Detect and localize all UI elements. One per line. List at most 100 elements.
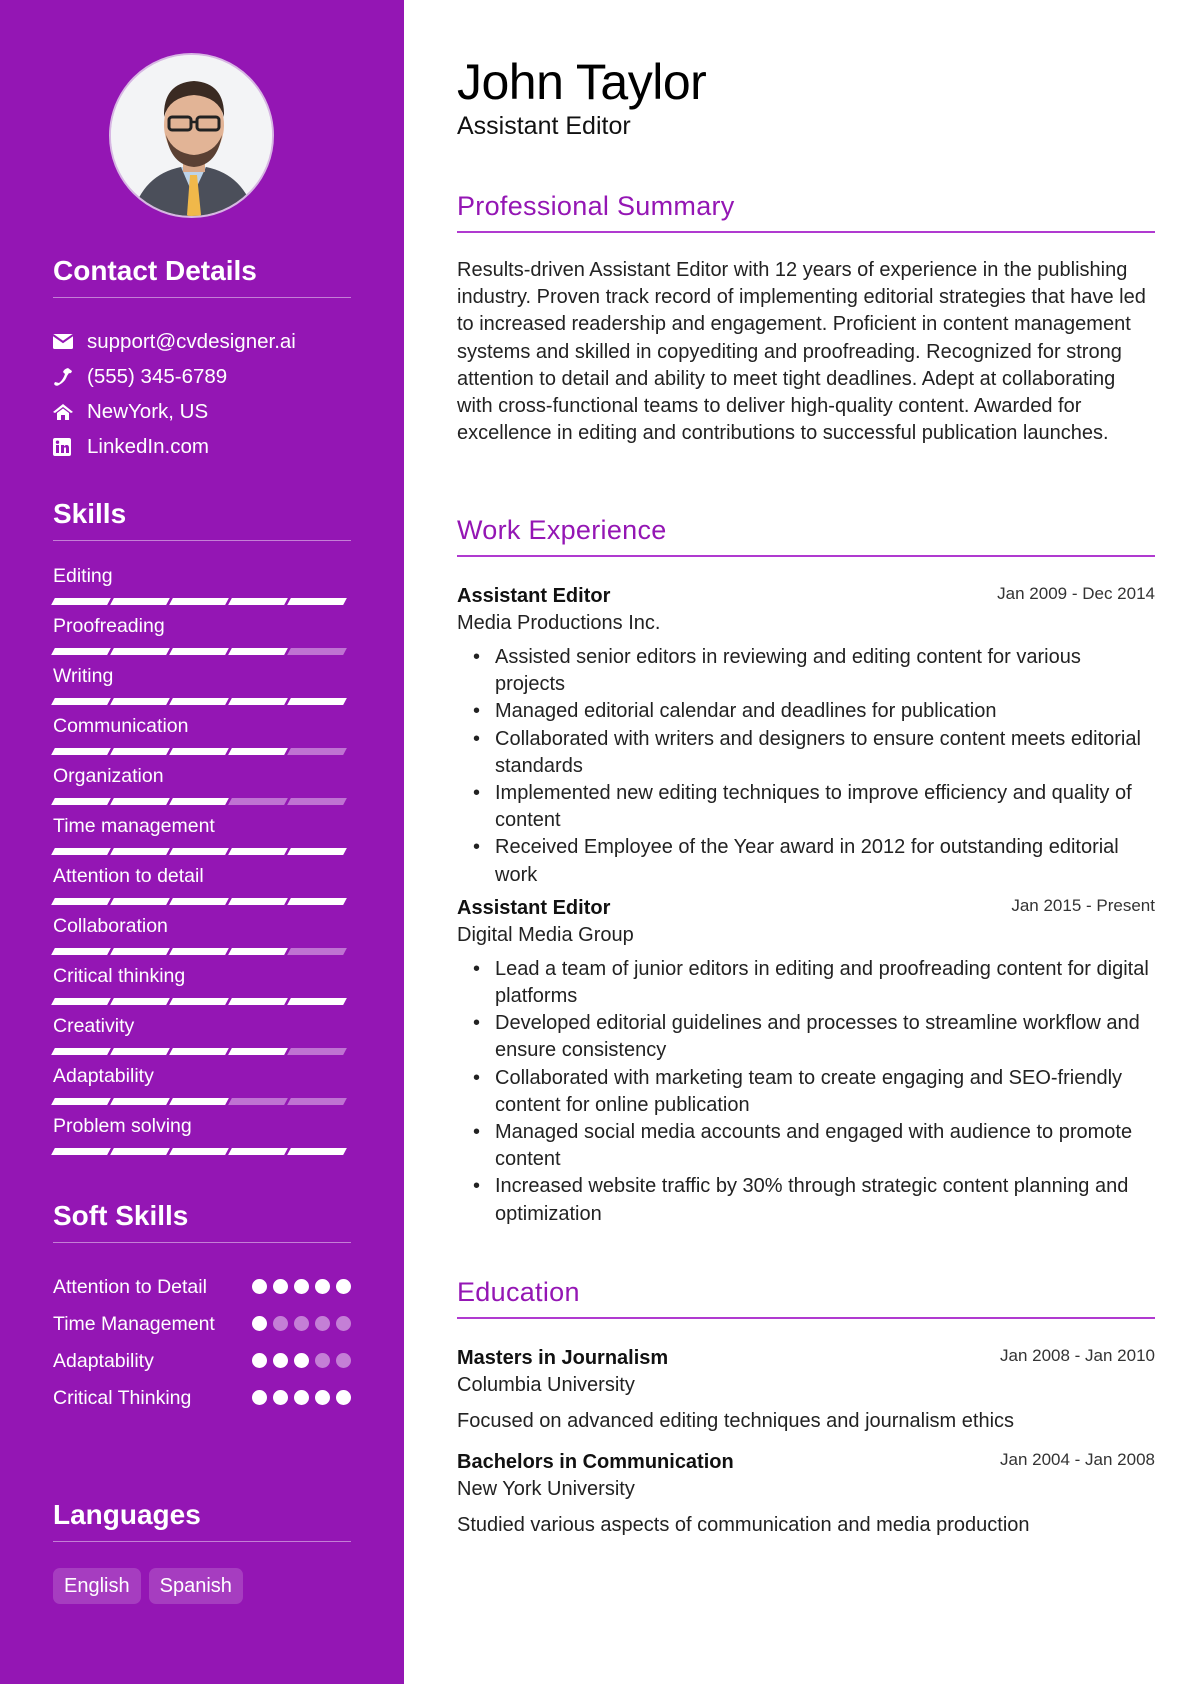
skill-level-bar xyxy=(51,698,351,706)
level-segment-filled xyxy=(228,698,288,705)
experience-section: Work Experience Assistant Editor Jan 200… xyxy=(457,514,1155,1228)
rating-dot-filled xyxy=(252,1279,267,1294)
skill-level-bar xyxy=(51,748,351,756)
level-segment-filled xyxy=(228,648,288,655)
contact-section: Contact Details support@cvdesigner.ai (5… xyxy=(53,254,351,464)
soft-skill-item: Attention to Detail xyxy=(53,1273,351,1301)
rating-dot-filled xyxy=(273,1390,288,1405)
rating-dot-filled xyxy=(315,1390,330,1405)
level-segment-filled xyxy=(110,998,170,1005)
language-tag: English xyxy=(53,1568,141,1604)
rating-dot-empty xyxy=(315,1353,330,1368)
level-segment-filled xyxy=(228,748,288,755)
level-segment-filled xyxy=(51,948,111,955)
rating-dot-filled xyxy=(252,1316,267,1331)
degree-dates: Jan 2008 - Jan 2010 xyxy=(999,1346,1155,1365)
level-segment-filled xyxy=(110,848,170,855)
level-segment-filled xyxy=(228,948,288,955)
contact-phone[interactable]: (555) 345-6789 xyxy=(53,359,351,394)
sidebar: Contact Details support@cvdesigner.ai (5… xyxy=(0,0,404,1684)
skill-item: Organization xyxy=(51,763,351,813)
language-tag: Spanish xyxy=(148,1568,243,1604)
experience-title: Work Experience xyxy=(457,515,667,545)
level-segment-filled xyxy=(287,698,347,705)
job-bullet: Lead a team of junior editors in editing… xyxy=(457,956,1155,1010)
level-segment-filled xyxy=(51,1098,111,1105)
level-segment-filled xyxy=(169,848,229,855)
rating-dot-empty xyxy=(336,1316,351,1331)
skill-level-bar xyxy=(51,648,351,656)
contact-linkedin[interactable]: LinkedIn.com xyxy=(53,429,351,464)
soft-skill-name: Attention to Detail xyxy=(53,1276,207,1298)
level-segment-empty xyxy=(287,948,347,955)
experience-entry: Assistant Editor Jan 2009 - Dec 2014 Med… xyxy=(457,583,1155,889)
level-segment-filled xyxy=(110,798,170,805)
contact-title: Contact Details xyxy=(53,255,257,286)
soft-skill-rating xyxy=(252,1347,351,1368)
soft-skill-name: Time Management xyxy=(53,1313,215,1335)
contact-email-text[interactable]: support@cvdesigner.ai xyxy=(87,330,296,354)
level-segment-filled xyxy=(228,998,288,1005)
level-segment-filled xyxy=(110,1098,170,1105)
soft-skill-item: Time Management xyxy=(53,1310,351,1338)
skill-name: Editing xyxy=(53,565,113,587)
contact-phone-text[interactable]: (555) 345-6789 xyxy=(87,365,227,389)
level-segment-empty xyxy=(228,798,288,805)
skill-item: Adaptability xyxy=(51,1063,351,1113)
divider xyxy=(457,231,1155,233)
level-segment-filled xyxy=(287,998,347,1005)
level-segment-filled xyxy=(51,998,111,1005)
level-segment-filled xyxy=(169,798,229,805)
job-bullet: Implemented new editing techniques to im… xyxy=(457,780,1155,834)
soft-skill-rating xyxy=(252,1273,351,1294)
rating-dot-empty xyxy=(273,1316,288,1331)
skill-item: Proofreading xyxy=(51,613,351,663)
school-name: Columbia University xyxy=(457,1374,635,1396)
skills-section: Skills Editing Proofreading Writing Communi… xyxy=(51,497,351,1163)
level-segment-filled xyxy=(169,948,229,955)
skill-name: Adaptability xyxy=(53,1065,154,1087)
skill-level-bar xyxy=(51,898,351,906)
job-bullet: Managed social media accounts and engage… xyxy=(457,1119,1155,1173)
divider xyxy=(53,540,351,541)
profile-photo xyxy=(109,53,274,218)
job-bullets: Lead a team of junior editors in editing… xyxy=(457,956,1155,1228)
experience-entry: Assistant Editor Jan 2015 - Present Digi… xyxy=(457,895,1155,1228)
skill-level-bar xyxy=(51,1148,351,1156)
level-segment-filled xyxy=(110,598,170,605)
skill-level-bar xyxy=(51,1048,351,1056)
level-segment-filled xyxy=(110,698,170,705)
level-segment-filled xyxy=(169,1148,229,1155)
skill-name: Time management xyxy=(53,815,215,837)
divider xyxy=(53,1541,351,1542)
level-segment-filled xyxy=(169,598,229,605)
envelope-icon xyxy=(53,334,87,349)
job-company: Digital Media Group xyxy=(457,923,634,946)
skill-item: Problem solving xyxy=(51,1113,351,1163)
contact-email[interactable]: support@cvdesigner.ai xyxy=(53,324,351,359)
skill-name: Communication xyxy=(53,715,189,737)
skill-level-bar xyxy=(51,798,351,806)
level-segment-empty xyxy=(287,1098,347,1105)
level-segment-filled xyxy=(110,648,170,655)
job-title: Assistant Editor xyxy=(457,585,611,607)
summary-title: Professional Summary xyxy=(457,191,735,221)
phone-icon xyxy=(53,367,87,387)
level-segment-filled xyxy=(287,848,347,855)
degree-title: Bachelors in Communication xyxy=(457,1451,734,1473)
level-segment-filled xyxy=(51,648,111,655)
contact-linkedin-text[interactable]: LinkedIn.com xyxy=(87,435,209,459)
home-icon xyxy=(53,403,87,421)
level-segment-filled xyxy=(287,898,347,905)
job-bullet: Increased website traffic by 30% through… xyxy=(457,1173,1155,1227)
job-bullet: Managed editorial calendar and deadlines… xyxy=(457,698,1155,725)
job-dates: Jan 2009 - Dec 2014 xyxy=(997,584,1155,603)
contact-location-text: NewYork, US xyxy=(87,399,209,423)
level-segment-filled xyxy=(110,1048,170,1055)
level-segment-filled xyxy=(169,748,229,755)
soft-skills-title: Soft Skills xyxy=(53,1200,189,1231)
level-segment-filled xyxy=(228,1148,288,1155)
level-segment-filled xyxy=(228,898,288,905)
level-segment-filled xyxy=(169,698,229,705)
rating-dot-empty xyxy=(315,1316,330,1331)
